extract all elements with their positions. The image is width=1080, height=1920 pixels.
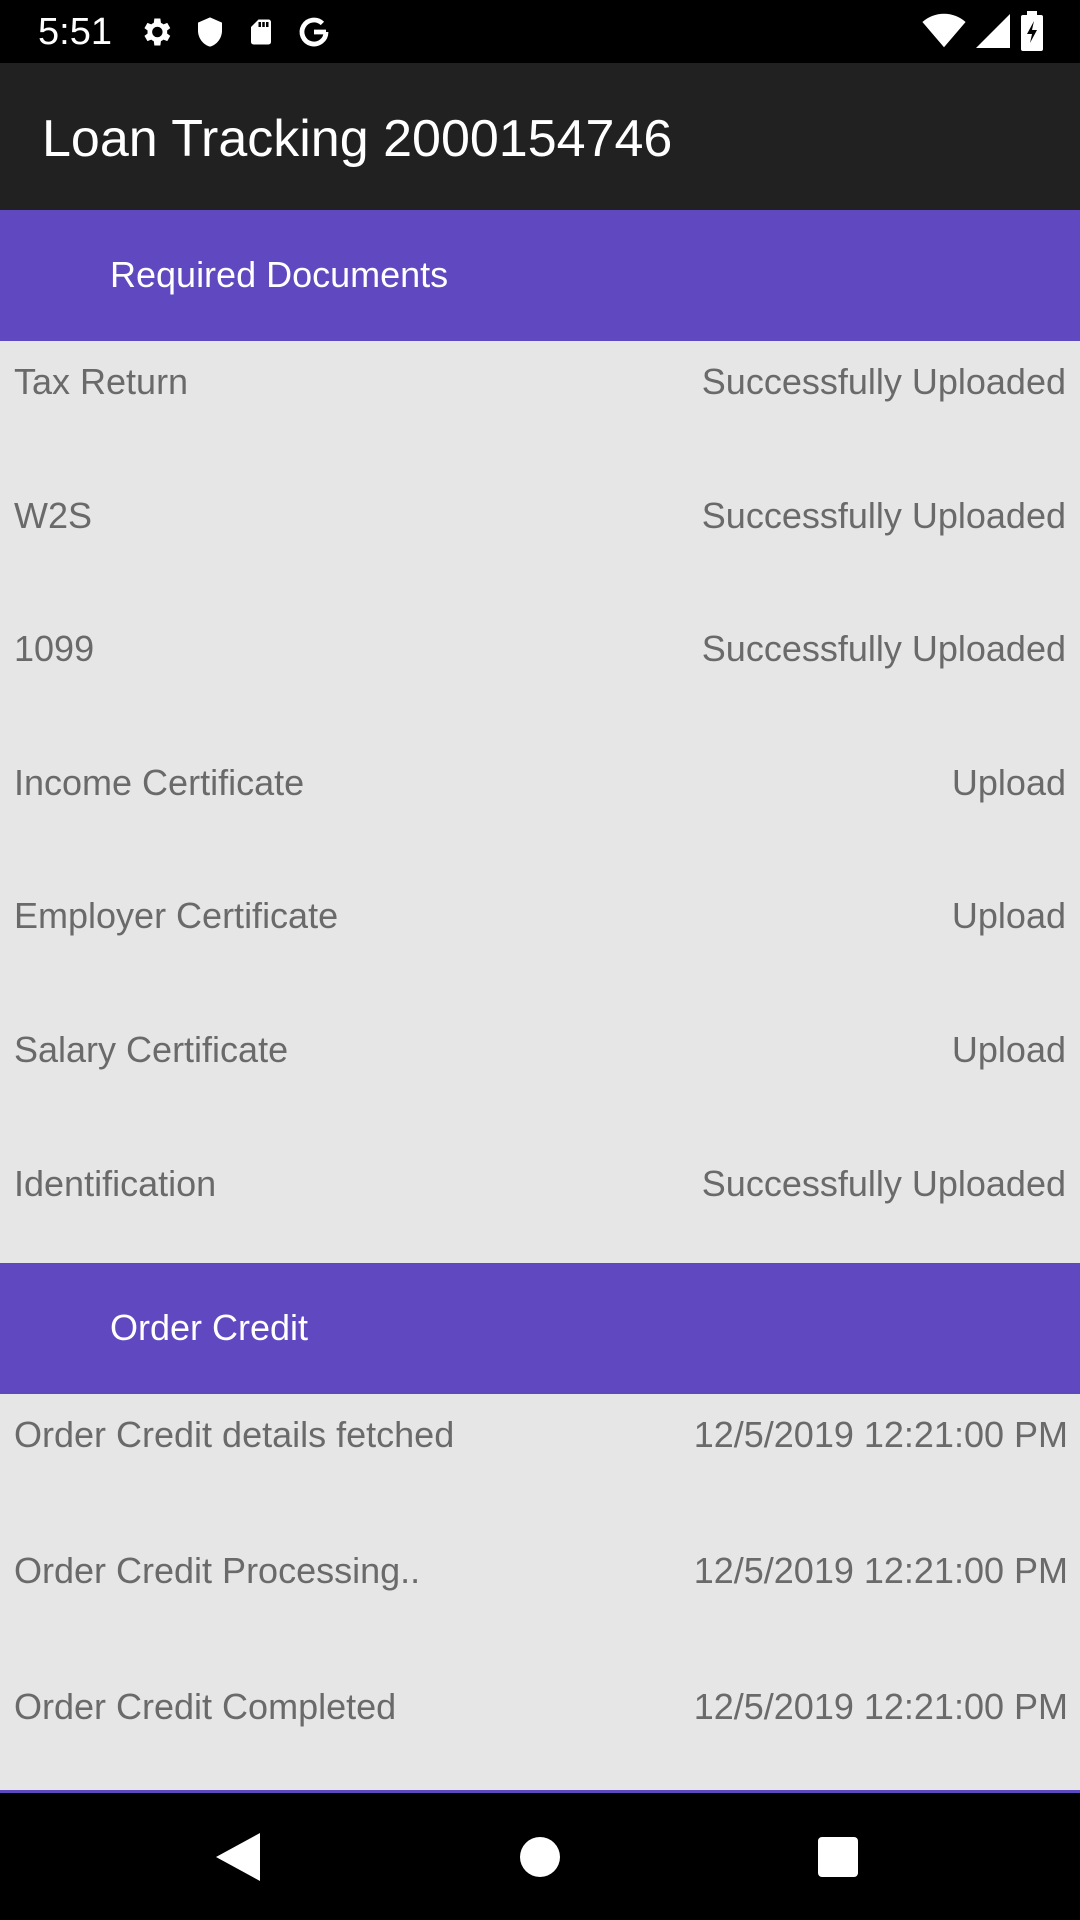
document-status: Successfully Uploaded (701, 495, 1066, 536)
battery-icon (1021, 11, 1043, 51)
wifi-icon (922, 13, 966, 48)
document-label: Salary Certificate (14, 1029, 289, 1070)
section-title: Required Documents (110, 254, 449, 295)
upload-button[interactable]: Upload (952, 895, 1066, 937)
document-row-identification[interactable]: Identification Successfully Uploaded (0, 1143, 1080, 1277)
shield-icon (198, 17, 222, 47)
document-label: Identification (14, 1163, 217, 1204)
status-time: 5:51 (38, 11, 112, 53)
home-button[interactable] (480, 1793, 600, 1920)
order-credit-timestamp: 12/5/2019 12:21:00 PM (693, 1414, 1068, 1455)
status-bar: 5:51 (0, 0, 1080, 63)
section-title: Order Credit (110, 1307, 309, 1348)
status-icons-right (922, 11, 1044, 51)
document-row-1099[interactable]: 1099 Successfully Uploaded (0, 608, 1080, 742)
order-credit-row: Order Credit details fetched 12/5/2019 1… (0, 1394, 1080, 1528)
cellular-signal-icon (976, 14, 1010, 48)
document-status: Successfully Uploaded (701, 1163, 1066, 1204)
document-row-salary-certificate[interactable]: Salary Certificate Upload (0, 1009, 1080, 1143)
sd-card-icon (251, 19, 271, 45)
document-label: Tax Return (14, 361, 189, 402)
gear-icon (144, 18, 171, 46)
document-status: Successfully Uploaded (701, 628, 1066, 669)
document-label: Income Certificate (14, 762, 305, 803)
document-label: Employer Certificate (14, 895, 339, 936)
home-icon (520, 1836, 560, 1877)
document-label: 1099 (14, 628, 95, 669)
document-row-tax-return[interactable]: Tax Return Successfully Uploaded (0, 341, 1080, 475)
order-credit-label: Order Credit Processing.. (14, 1550, 421, 1591)
recents-icon (818, 1836, 858, 1877)
status-icons-left (138, 14, 332, 50)
order-credit-label: Order Credit details fetched (14, 1414, 455, 1455)
section-header-required-documents: Required Documents (0, 210, 1080, 341)
upload-button[interactable]: Upload (952, 1029, 1066, 1071)
order-credit-timestamp: 12/5/2019 12:21:00 PM (693, 1550, 1068, 1591)
order-credit-timestamp: 12/5/2019 12:21:00 PM (693, 1686, 1068, 1727)
document-row-income-certificate[interactable]: Income Certificate Upload (0, 742, 1080, 876)
page-title: Loan Tracking 2000154746 (42, 110, 673, 168)
recents-button[interactable] (778, 1793, 898, 1920)
navigation-bar (0, 1793, 1080, 1920)
order-credit-row: Order Credit Completed 12/5/2019 12:21:0… (0, 1666, 1080, 1800)
document-row-w2s[interactable]: W2S Successfully Uploaded (0, 475, 1080, 609)
document-row-employer-certificate[interactable]: Employer Certificate Upload (0, 875, 1080, 1009)
section-header-order-credit: Order Credit (0, 1263, 1080, 1394)
back-icon (216, 1832, 260, 1881)
upload-button[interactable]: Upload (952, 762, 1066, 804)
document-status: Successfully Uploaded (701, 361, 1066, 402)
order-credit-label: Order Credit Completed (14, 1686, 397, 1727)
order-credit-row: Order Credit Processing.. 12/5/2019 12:2… (0, 1530, 1080, 1664)
document-label: W2S (14, 495, 93, 536)
back-button[interactable] (178, 1793, 298, 1920)
google-icon (299, 17, 329, 47)
app-bar: Loan Tracking 2000154746 (0, 63, 1080, 210)
